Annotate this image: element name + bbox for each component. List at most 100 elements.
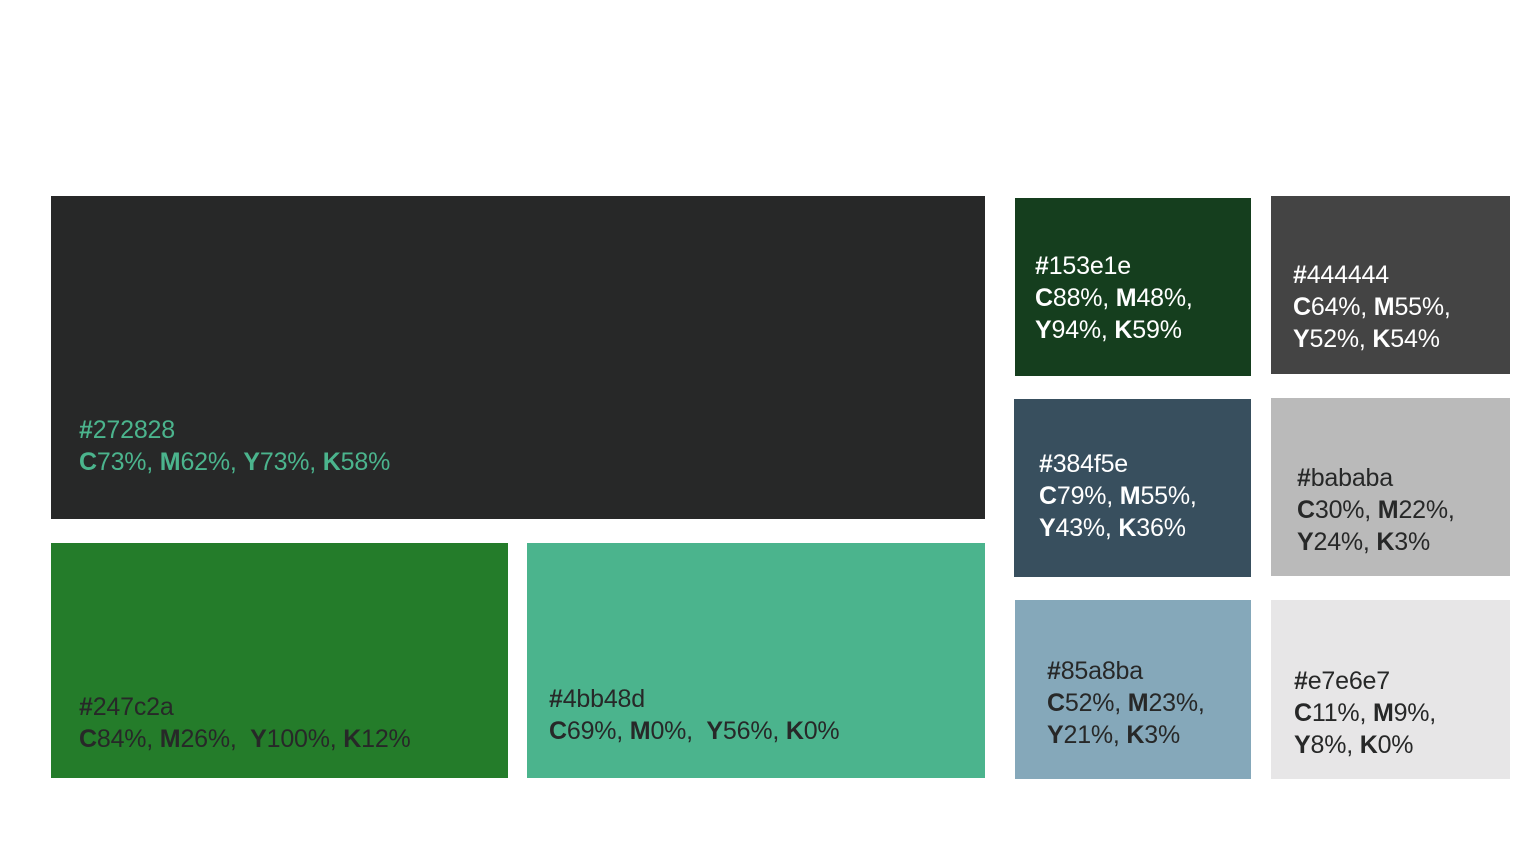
cmyk-values: C84%, M26%, Y100%, K12%	[79, 723, 411, 755]
channel-value: 0%	[1377, 731, 1414, 759]
channel-value: 62%,	[180, 448, 244, 476]
channel-label: C	[1047, 689, 1065, 717]
channel-label: Y	[250, 725, 267, 753]
hex-code: #bababa	[1297, 462, 1455, 494]
channel-value: 58%	[340, 448, 391, 476]
hex-code: #247c2a	[79, 691, 411, 723]
channel-label: #	[1297, 464, 1311, 492]
hex-code: #153e1e	[1035, 250, 1193, 282]
color-swatch-bababa: #bababa C30%, M22%, Y24%, K3%	[1271, 398, 1510, 576]
channel-label: C	[1297, 496, 1315, 524]
cmyk-values: Y8%, K0%	[1294, 729, 1436, 761]
channel-label: M	[1115, 284, 1137, 312]
channel-label: K	[1376, 528, 1395, 556]
channel-value: 4bb48d	[562, 685, 645, 713]
channel-value: 23%,	[1148, 689, 1205, 717]
channel-value: 52%,	[1309, 325, 1373, 353]
channel-label: M	[629, 717, 651, 745]
channel-value: 55%,	[1394, 293, 1451, 321]
channel-label: #	[1039, 450, 1053, 478]
channel-label: Y	[1294, 731, 1311, 759]
cmyk-values: C79%, M55%,	[1039, 480, 1197, 512]
channel-value: 8%,	[1310, 731, 1360, 759]
channel-label: K	[322, 448, 341, 476]
channel-label: K	[785, 717, 804, 745]
channel-value: 55%,	[1140, 482, 1197, 510]
channel-value: 56%,	[722, 717, 786, 745]
channel-value: 9%,	[1393, 699, 1437, 727]
channel-value: 26%,	[180, 725, 251, 753]
channel-label: #	[549, 685, 563, 713]
channel-value: 48%,	[1136, 284, 1193, 312]
swatch-color-info: #4bb48d C69%, M0%, Y56%, K0%	[549, 683, 840, 747]
hex-code: #e7e6e7	[1294, 665, 1436, 697]
channel-label: K	[1114, 316, 1133, 344]
channel-label: Y	[1297, 528, 1314, 556]
channel-value: 52%,	[1064, 689, 1128, 717]
channel-label: C	[1035, 284, 1053, 312]
channel-value: 73%,	[96, 448, 160, 476]
channel-label: K	[1359, 731, 1378, 759]
channel-label: M	[159, 725, 181, 753]
channel-label: K	[1126, 721, 1145, 749]
hex-code: #384f5e	[1039, 448, 1197, 480]
channel-label: #	[79, 693, 93, 721]
channel-value: 84%,	[96, 725, 160, 753]
channel-value: 272828	[92, 416, 175, 444]
swatch-color-info: #153e1e C88%, M48%, Y94%, K59%	[1035, 250, 1193, 346]
channel-value: 88%,	[1052, 284, 1116, 312]
channel-label: C	[549, 717, 567, 745]
channel-value: 69%,	[566, 717, 630, 745]
channel-value: 22%,	[1398, 496, 1455, 524]
cmyk-values: C88%, M48%,	[1035, 282, 1193, 314]
cmyk-values: C69%, M0%, Y56%, K0%	[549, 715, 840, 747]
channel-value: 21%,	[1063, 721, 1127, 749]
channel-value: e7e6e7	[1307, 667, 1390, 695]
channel-value: bababa	[1310, 464, 1393, 492]
channel-value: 12%	[361, 725, 411, 753]
channel-value: 3%	[1144, 721, 1181, 749]
channel-label: M	[1372, 699, 1394, 727]
channel-label: K	[1118, 514, 1137, 542]
hex-code: #272828	[79, 414, 390, 446]
color-swatch-153e1e: #153e1e C88%, M48%, Y94%, K59%	[1015, 198, 1251, 376]
swatch-color-info: #85a8ba C52%, M23%, Y21%, K3%	[1047, 655, 1205, 751]
color-swatch-85a8ba: #85a8ba C52%, M23%, Y21%, K3%	[1015, 600, 1251, 779]
channel-value: 0%	[803, 717, 840, 745]
channel-label: Y	[243, 448, 260, 476]
cmyk-values: C64%, M55%,	[1293, 291, 1451, 323]
channel-value: 64%,	[1310, 293, 1374, 321]
channel-label: K	[1372, 325, 1391, 353]
channel-label: Y	[1039, 514, 1056, 542]
channel-label: #	[1035, 252, 1049, 280]
channel-label: C	[1293, 293, 1311, 321]
color-swatch-4bb48d: #4bb48d C69%, M0%, Y56%, K0%	[527, 543, 985, 778]
channel-label: Y	[706, 717, 723, 745]
swatch-color-info: #384f5e C79%, M55%, Y43%, K36%	[1039, 448, 1197, 544]
cmyk-values: C11%, M9%,	[1294, 697, 1436, 729]
color-swatch-272828: #272828 C73%, M62%, Y73%, K58%	[51, 196, 985, 519]
channel-label: C	[1039, 482, 1057, 510]
channel-value: 59%	[1132, 316, 1182, 344]
channel-label: Y	[1035, 316, 1052, 344]
channel-value: 384f5e	[1052, 450, 1128, 478]
hex-code: #85a8ba	[1047, 655, 1205, 687]
cmyk-values: Y24%, K3%	[1297, 526, 1455, 558]
channel-value: 11%,	[1311, 699, 1373, 727]
cmyk-values: C30%, M22%,	[1297, 494, 1455, 526]
channel-value: 100%,	[266, 725, 344, 753]
hex-code: #444444	[1293, 259, 1451, 291]
channel-label: M	[1373, 293, 1395, 321]
channel-value: 43%,	[1055, 514, 1119, 542]
swatch-color-info: #444444 C64%, M55%, Y52%, K54%	[1293, 259, 1451, 355]
cmyk-values: C73%, M62%, Y73%, K58%	[79, 446, 390, 478]
channel-value: 73%,	[259, 448, 323, 476]
cmyk-values: Y94%, K59%	[1035, 314, 1193, 346]
channel-value: 85a8ba	[1060, 657, 1143, 685]
channel-value: 247c2a	[92, 693, 174, 721]
swatch-color-info: #e7e6e7 C11%, M9%, Y8%, K0%	[1294, 665, 1436, 761]
cmyk-values: Y52%, K54%	[1293, 323, 1451, 355]
color-swatch-e7e6e7: #e7e6e7 C11%, M9%, Y8%, K0%	[1271, 600, 1510, 779]
channel-label: #	[1047, 657, 1061, 685]
channel-label: #	[1294, 667, 1308, 695]
